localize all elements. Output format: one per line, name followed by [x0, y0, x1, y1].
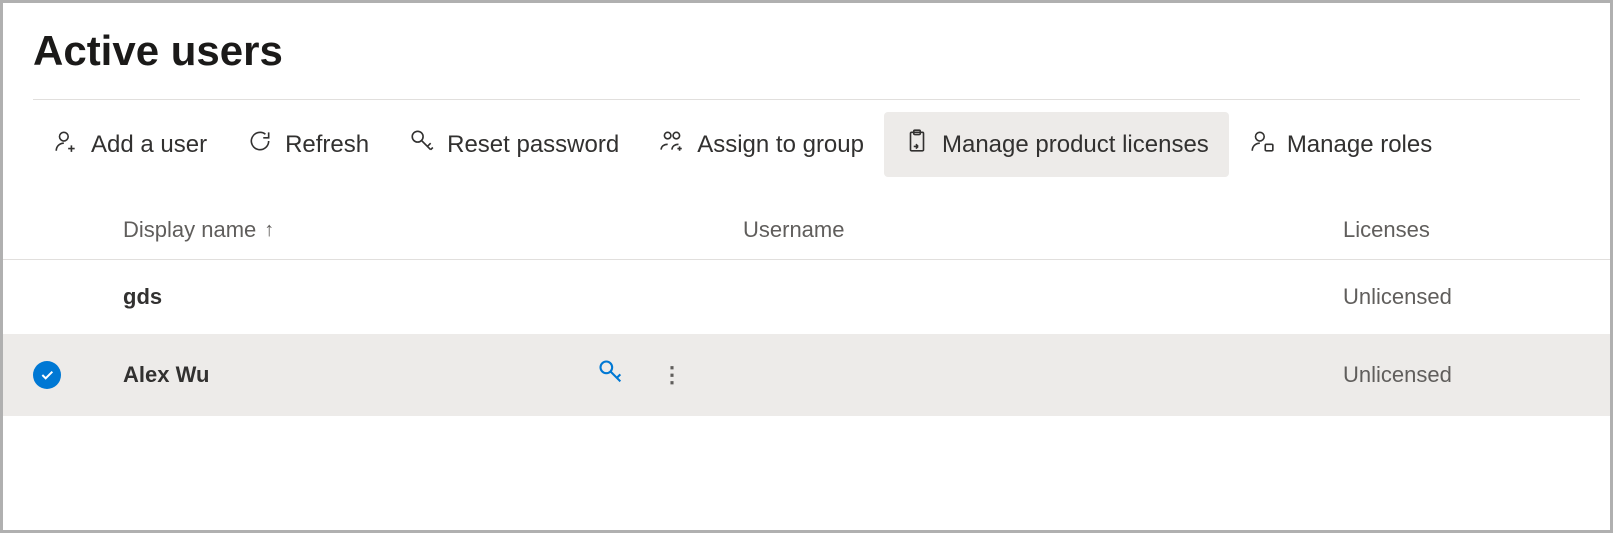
toolbar: Add a user Refresh Reset password Assign… — [3, 112, 1610, 177]
row-display-name: Alex Wu — [123, 362, 209, 388]
toolbar-label: Add a user — [91, 131, 207, 159]
toolbar-label: Refresh — [285, 131, 369, 159]
reset-password-row-button[interactable] — [597, 358, 625, 392]
refresh-icon — [247, 128, 273, 161]
column-username[interactable]: Username — [743, 217, 1343, 243]
person-add-icon — [53, 128, 79, 161]
group-add-icon — [659, 128, 685, 161]
sort-ascending-icon: ↑ — [264, 219, 274, 242]
page-title: Active users — [3, 3, 1610, 99]
assign-group-button[interactable]: Assign to group — [639, 112, 884, 177]
table-row[interactable]: Alex Wu ⋮ Unlicensed — [3, 334, 1610, 416]
column-label: Username — [743, 217, 844, 242]
column-label: Licenses — [1343, 217, 1430, 242]
toolbar-label: Manage product licenses — [942, 131, 1209, 159]
clipboard-icon — [904, 128, 930, 161]
table-row[interactable]: gds Unlicensed — [3, 260, 1610, 334]
key-icon — [409, 128, 435, 161]
toolbar-label: Manage roles — [1287, 131, 1432, 159]
manage-roles-button[interactable]: Manage roles — [1229, 112, 1452, 177]
refresh-button[interactable]: Refresh — [227, 112, 389, 177]
row-display-name: gds — [123, 284, 162, 310]
person-role-icon — [1249, 128, 1275, 161]
column-display-name[interactable]: Display name ↑ — [123, 217, 743, 243]
table-header: Display name ↑ Username Licenses — [3, 177, 1610, 260]
toolbar-label: Reset password — [447, 131, 619, 159]
add-user-button[interactable]: Add a user — [33, 112, 227, 177]
row-licenses: Unlicensed — [1343, 362, 1580, 388]
row-licenses: Unlicensed — [1343, 284, 1580, 310]
reset-password-button[interactable]: Reset password — [389, 112, 639, 177]
row-checkbox[interactable] — [33, 361, 123, 389]
more-actions-button[interactable]: ⋮ — [661, 364, 683, 386]
divider — [33, 99, 1580, 100]
toolbar-label: Assign to group — [697, 131, 864, 159]
manage-licenses-button[interactable]: Manage product licenses — [884, 112, 1229, 177]
column-label: Display name — [123, 217, 256, 243]
column-licenses[interactable]: Licenses — [1343, 217, 1580, 243]
checkmark-icon — [33, 361, 61, 389]
